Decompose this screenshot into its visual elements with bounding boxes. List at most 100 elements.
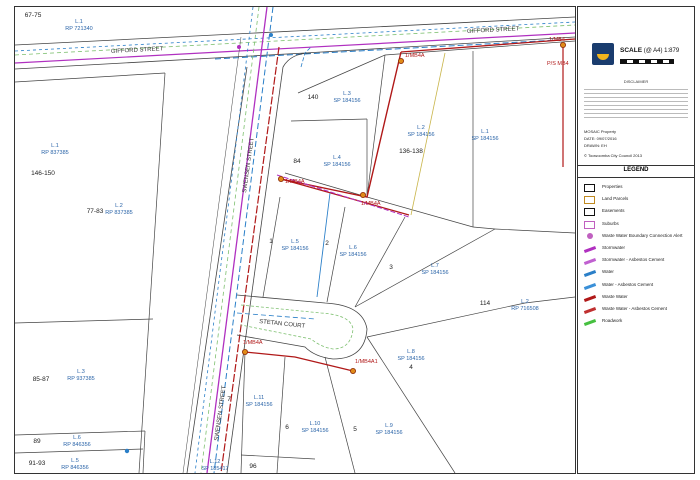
legend-label: Waste Water [602, 293, 628, 299]
legend-swatch-icon [583, 246, 597, 253]
legend-label: Suburbs [602, 220, 619, 226]
drawn-info: DRAWN: EH [584, 143, 607, 148]
manhole-court[interactable] [241, 348, 248, 355]
legend-swatch-icon [583, 294, 597, 302]
legend-label: Properties [602, 184, 623, 189]
lot-l6-rp846356-plan: RP 846356 [63, 442, 90, 448]
legend-label: Stormwater [602, 245, 626, 250]
lot-l8-sp184156-plan: SP 184156 [397, 356, 424, 362]
lot-l12-sp185417-lot: L.12 [210, 459, 221, 465]
lot-l12-sp185417-plan: SP 185417 [201, 466, 228, 472]
map-canvas[interactable]: GIFFORD STREET GIFFORD STREET SWENSEN ST… [15, 7, 575, 473]
legend-label: Stormwater - Asbestos Cement [602, 257, 665, 263]
lot-l9-sp184156-lot: L.9 [385, 423, 393, 429]
manhole-mid[interactable] [359, 191, 366, 198]
water-valve-icon[interactable] [269, 33, 273, 37]
lot-l3-rp937385-street-number: 85-87 [33, 376, 50, 383]
legend-item: Waste Water Boundary Connection Alert [584, 232, 692, 244]
lot-l9-sp184156-street-number: 5 [353, 426, 357, 433]
service-lines-east [244, 38, 575, 372]
asset-markers[interactable]: 1/MB4A 1/MB4 P/S MB4 1/MB4A 1/MB4A 1/MB4… [243, 37, 569, 365]
lot-l1-rp837385-plan: RP 837385 [41, 150, 68, 156]
date-info: DATE: 09/07/2016 [584, 136, 617, 141]
scale-value: 1:879 [664, 48, 680, 54]
lot-l1-sp184156-lot: L.1 [481, 129, 489, 135]
title-block: SCALE (@ A4) 1:879 DISCLAIMER MOSAIC Pro… [578, 7, 694, 166]
lot-l8-sp184156-street-number: 4 [409, 364, 413, 371]
copyright-text: © Toowoomba City Council 2013 [584, 153, 643, 158]
legend-swatch-icon [584, 220, 595, 229]
parcel-lines-west [15, 72, 166, 473]
lot-l6-rp846356-street-number: 89 [33, 438, 41, 445]
street-label-gifford-east: GIFFORD STREET [467, 26, 520, 35]
scale-text: SCALE (@ A4) 1:879 [620, 47, 679, 54]
legend-label: Water [602, 269, 614, 275]
lot-l3-rp937385-plan: RP 937385 [67, 376, 94, 382]
legend-swatch-icon [583, 270, 597, 278]
lot-l1-rp837385-lot: L.1 [51, 143, 59, 149]
legend-item: Properties [584, 183, 692, 195]
lot-l4-sp184156-lot: L.4 [333, 155, 341, 161]
legend-item: Waste Water [583, 293, 692, 305]
lot-l3-rp937385-lot: L.3 [77, 369, 85, 375]
lot-l5-sp184156-lot: L.5 [291, 239, 299, 245]
disclaimer-title: DISCLAIMER [623, 79, 649, 84]
lot-l2-rp837385-plan: RP 837385 [105, 210, 132, 216]
legend-item: Water - Asbestos Cement [583, 281, 692, 293]
lot-l12-sp185417-street-number: 96 [249, 463, 257, 470]
marker-mb4a-court[interactable]: 1/MB4A [243, 340, 263, 346]
lot-l6-sp184156-street-number: 2 [325, 240, 329, 247]
street-labels: GIFFORD STREET GIFFORD STREET SWENSEN ST… [111, 26, 520, 441]
legend-item: Easements [584, 207, 692, 219]
stormwater-pit-icon[interactable] [237, 45, 241, 49]
lot-l2-rp716508-street-number: 114 [480, 300, 491, 307]
manhole-court-east[interactable] [349, 367, 356, 374]
lot-l5-rp846356-lot: L.5 [71, 458, 79, 464]
lot-l11-sp184156-plan: SP 184156 [245, 402, 272, 408]
lot-l11-sp184156-lot: L.11 [254, 395, 264, 401]
lot-l10-sp184156-plan: SP 184156 [301, 428, 328, 434]
legend-title: LEGEND [578, 167, 694, 178]
marker-mb4a1-court[interactable]: 1/MB4A1 [355, 359, 378, 365]
lot-l1-rp721340-plan: RP 721340 [65, 26, 92, 32]
marker-mb4a-mid-left[interactable]: 1/MB4A [285, 179, 305, 185]
manhole-mid-left[interactable] [277, 175, 284, 182]
lot-l7-sp184156-street-number: 3 [389, 264, 393, 271]
map-view[interactable]: GIFFORD STREET GIFFORD STREET SWENSEN ST… [14, 6, 576, 474]
legend-swatch-icon [587, 232, 593, 239]
lot-l2-rp837385-lot: L.2 [115, 203, 123, 209]
marker-mb4a-top-right[interactable]: 1/MB4 [549, 37, 565, 43]
lot-l6-sp184156-lot: L.6 [349, 245, 357, 251]
lot-l1-sp184156-plan: SP 184156 [471, 136, 498, 142]
legend-swatch-icon [583, 282, 597, 290]
legend-label: Waste Water Boundary Connection Alert [602, 232, 683, 238]
parcel-lines-east [240, 40, 575, 473]
marker-ps-mb4[interactable]: P/S MB4 [547, 61, 569, 67]
street-label-gifford-west: GIFFORD STREET [111, 46, 164, 55]
marker-mb4a-top[interactable]: 1/MB4A [405, 53, 425, 59]
legend-label: Roadwork [602, 318, 623, 324]
lot-l11-sp184156-street-number: 7 [227, 396, 231, 403]
lot-l5-sp184156-plan: SP 184156 [281, 246, 308, 252]
manhole-top-right[interactable] [560, 42, 567, 49]
legend-label: Easements [602, 208, 625, 214]
legend-swatch-icon [584, 208, 595, 217]
marker-mb4a-mid[interactable]: 1/MB4A [361, 201, 381, 207]
lot-l2-rp716508-lot: L.2 [521, 299, 529, 305]
lot-l7-sp184156-lot: L.7 [431, 263, 439, 269]
property-info: MOSAIC Property [584, 129, 617, 134]
lot-l1-rp721340-lot: L.1 [75, 19, 83, 25]
street-label-swensen-north: SWENSEN STREET [242, 137, 256, 193]
lot-l8-sp184156-lot: L.8 [407, 349, 415, 355]
hydrant-icon[interactable] [124, 448, 130, 454]
legend-item: Suburbs [584, 220, 692, 232]
map-sheet: GIFFORD STREET GIFFORD STREET SWENSEN ST… [0, 0, 700, 480]
lot-l5-rp846356-street-number: 91-93 [29, 460, 46, 467]
lot-l3-sp184156-street-number: 140 [308, 94, 319, 101]
lot-l6-sp184156-plan: SP 184156 [339, 252, 366, 258]
legend-swatch-icon [583, 258, 597, 266]
lot-l3-sp184156-plan: SP 184156 [333, 98, 360, 104]
lot-l6-rp846356-lot: L.6 [73, 435, 81, 441]
manhole-top[interactable] [397, 58, 404, 65]
disclaimer-text [584, 86, 688, 126]
